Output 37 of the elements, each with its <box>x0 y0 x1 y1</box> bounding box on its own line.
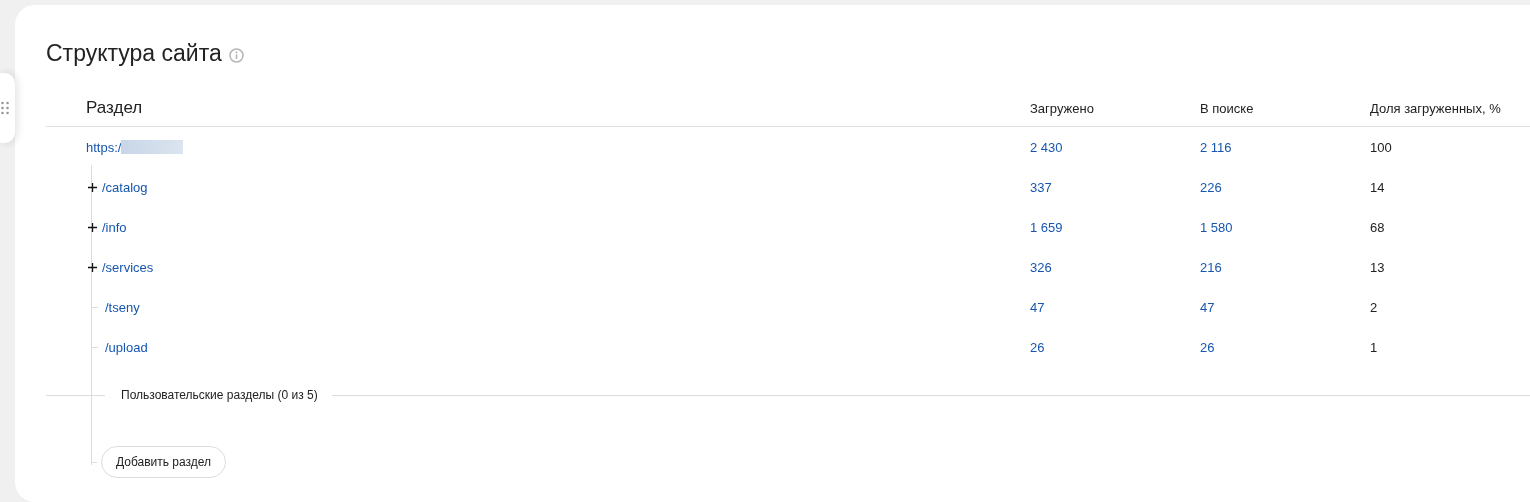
section-title: Структура сайта <box>46 39 222 67</box>
column-header: В поиске <box>1200 100 1254 116</box>
section-link[interactable]: /info <box>102 219 127 235</box>
table-cell[interactable]: 26 <box>1030 339 1045 355</box>
grip-icon <box>0 101 9 115</box>
plus-icon[interactable] <box>88 262 97 272</box>
table-cell[interactable]: 47 <box>1200 299 1215 315</box>
table-cell[interactable]: 216 <box>1200 259 1222 275</box>
table-cell: 1 <box>1370 339 1378 355</box>
column-header: Раздел <box>85 98 143 118</box>
table-cell[interactable]: 2 116 <box>1200 139 1232 155</box>
add-section-button[interactable]: Добавить раздел <box>101 446 227 478</box>
table-cell: 14 <box>1370 179 1385 195</box>
table-cell[interactable]: 26 <box>1200 339 1215 355</box>
table-cell: 2 <box>1370 299 1378 315</box>
drag-handle[interactable] <box>0 73 15 143</box>
column-header: Доля загруженных, % <box>1370 100 1501 116</box>
table-cell: 100 <box>1370 139 1392 155</box>
column-header: Загружено <box>1030 100 1094 116</box>
plus-icon[interactable] <box>88 222 97 232</box>
group-label: Пользовательские разделы (0 из 5) <box>120 388 319 402</box>
table-cell[interactable]: 226 <box>1200 179 1222 195</box>
table-cell: 13 <box>1370 259 1385 275</box>
section-link[interactable]: /tseny <box>105 299 140 315</box>
table-cell[interactable]: 2 430 <box>1030 139 1063 155</box>
table-cell[interactable]: 1 659 <box>1030 219 1063 235</box>
section-link[interactable]: /upload <box>105 339 148 355</box>
plus-icon[interactable] <box>88 182 97 192</box>
table-cell[interactable]: 47 <box>1030 299 1045 315</box>
table-cell[interactable]: 337 <box>1030 179 1052 195</box>
section-link[interactable]: /services <box>102 259 154 275</box>
table-cell[interactable]: 1 580 <box>1200 219 1233 235</box>
section-link[interactable]: https:/ <box>86 139 122 155</box>
section-link[interactable]: /catalog <box>102 179 148 195</box>
redacted-text <box>121 140 184 154</box>
table-cell: 68 <box>1370 219 1385 235</box>
table-cell[interactable]: 326 <box>1030 259 1052 275</box>
